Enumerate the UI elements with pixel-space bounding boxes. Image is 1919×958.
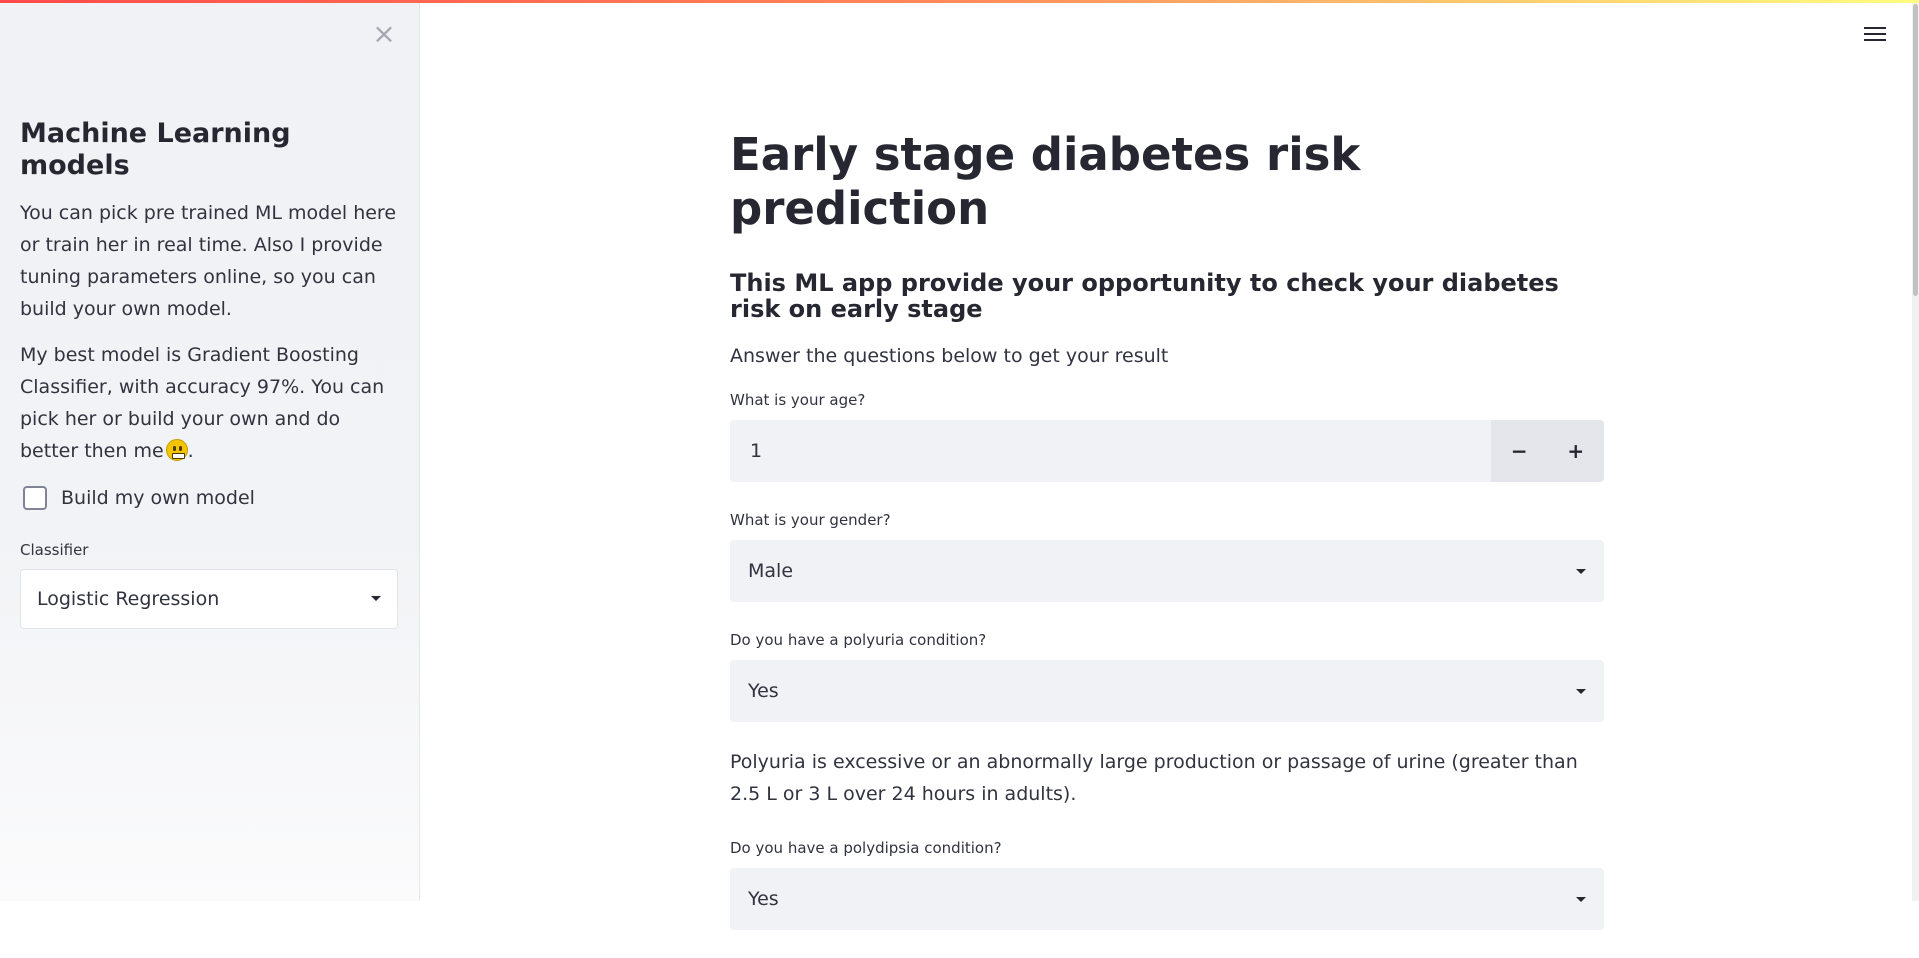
sidebar-best-model-end: . <box>187 439 194 462</box>
scrollbar[interactable] <box>1912 0 1919 901</box>
build-own-model-checkbox[interactable]: Build my own model <box>20 481 400 515</box>
classifier-label: Classifier <box>20 540 89 559</box>
classifier-select[interactable]: Logistic Regression <box>20 568 398 629</box>
sidebar-best-model-body: My best model is Gradient Boosting Class… <box>20 343 385 462</box>
main-content: Early stage diabetes risk prediction Thi… <box>730 128 1604 958</box>
increment-button[interactable]: + <box>1548 420 1605 482</box>
age-input[interactable]: 1 <box>730 420 1491 482</box>
polydipsia-label: Do you have a polydipsia condition? <box>730 839 1002 857</box>
page-title: Early stage diabetes risk prediction <box>730 128 1361 235</box>
gender-select[interactable]: Male <box>730 540 1604 602</box>
polyuria-label: Do you have a polyuria condition? <box>730 631 987 649</box>
chevron-down-icon <box>371 596 381 602</box>
age-label: What is your age? <box>730 391 866 409</box>
sidebar-best-model-text: My best model is Gradient Boosting Class… <box>20 339 400 467</box>
chevron-down-icon <box>1576 688 1586 694</box>
polydipsia-select[interactable]: Yes <box>730 868 1604 930</box>
gender-label: What is your gender? <box>730 511 891 529</box>
checkbox-label: Build my own model <box>61 486 255 509</box>
grinning-face-icon <box>165 438 188 461</box>
gender-select-value: Male <box>748 560 794 582</box>
chevron-down-icon <box>1576 568 1586 574</box>
sidebar-description: You can pick pre trained ML model here o… <box>20 201 397 320</box>
intro-text: Answer the questions below to get your r… <box>730 345 1169 367</box>
hamburger-menu-icon[interactable] <box>1864 24 1886 46</box>
polyuria-info-text: Polyuria is excessive or an abnormally l… <box>730 751 1578 805</box>
page-subtitle: This ML app provide your opportunity to … <box>730 269 1559 323</box>
polyuria-select[interactable]: Yes <box>730 660 1604 722</box>
checkbox-box[interactable] <box>23 485 47 510</box>
polydipsia-select-value: Yes <box>748 888 779 910</box>
scrollbar-thumb[interactable] <box>1913 4 1918 296</box>
sidebar-title: Machine Learning models <box>20 118 291 182</box>
sidebar: × Machine Learning models You can pick p… <box>0 0 420 901</box>
classifier-select-value: Logistic Regression <box>37 587 220 610</box>
age-stepper: − + <box>1491 420 1604 482</box>
decrement-button[interactable]: − <box>1491 420 1548 482</box>
top-decoration-bar <box>0 0 1919 3</box>
close-icon[interactable]: × <box>372 20 396 48</box>
polyuria-select-value: Yes <box>748 680 779 702</box>
sidebar-content: Machine Learning models You can pick pre… <box>20 118 400 629</box>
age-number-input: 1 − + <box>730 420 1604 482</box>
